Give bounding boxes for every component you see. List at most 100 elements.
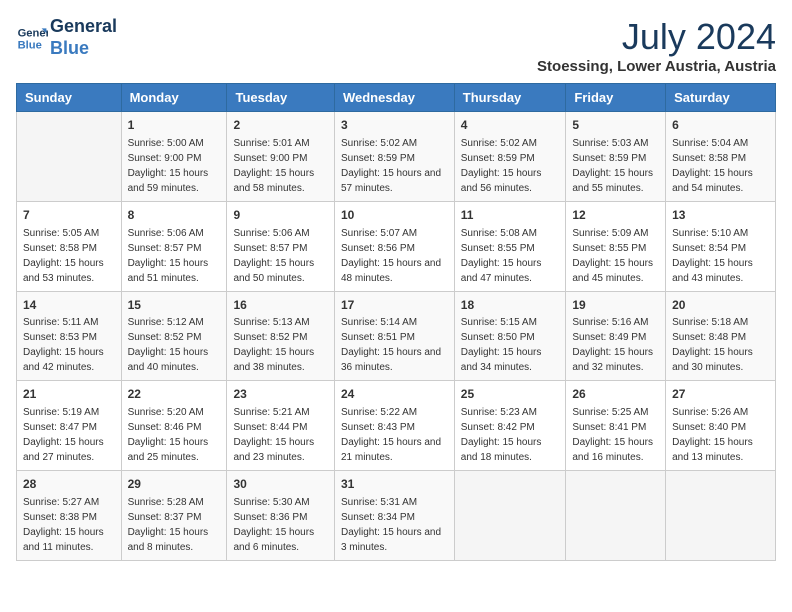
day-number: 1 (128, 117, 221, 134)
calendar-cell: 3 Sunrise: 5:02 AMSunset: 8:59 PMDaylight… (334, 112, 454, 202)
day-number: 2 (233, 117, 328, 134)
title-section: July 2024 Stoessing, Lower Austria, Aust… (537, 16, 776, 75)
calendar-cell (17, 112, 122, 202)
day-number: 24 (341, 386, 448, 403)
cell-sun-info: Sunrise: 5:27 AMSunset: 8:38 PMDaylight:… (23, 495, 115, 555)
calendar-cell: 16Sunrise: 5:13 AMSunset: 8:52 PMDayligh… (227, 291, 335, 381)
weekday-header-sunday: Sunday (17, 84, 122, 112)
day-number: 18 (461, 297, 560, 314)
logo-text-line2: Blue (50, 38, 117, 60)
cell-sun-info: Sunrise: 5:16 AMSunset: 8:49 PMDaylight:… (572, 315, 659, 375)
calendar-cell: 14Sunrise: 5:11 AMSunset: 8:53 PMDayligh… (17, 291, 122, 381)
calendar-cell: 23 Sunrise: 5:21 AMSunset: 8:44 PMDayligh… (227, 381, 335, 471)
calendar-week-row: 14Sunrise: 5:11 AMSunset: 8:53 PMDayligh… (17, 291, 776, 381)
cell-sun-info: Sunrise: 5:04 AMSunset: 8:58 PMDaylight:… (672, 136, 769, 196)
logo-icon: General Blue (16, 22, 48, 54)
weekday-header-tuesday: Tuesday (227, 84, 335, 112)
day-number: 7 (23, 207, 115, 224)
day-number: 15 (128, 297, 221, 314)
day-number: 25 (461, 386, 560, 403)
cell-sun-info: Sunrise: 5:25 AMSunset: 8:41 PMDaylight:… (572, 405, 659, 465)
calendar-cell: 24 Sunrise: 5:22 AMSunset: 8:43 PMDayligh… (334, 381, 454, 471)
logo: General Blue General Blue (16, 16, 117, 59)
calendar-cell: 1 Sunrise: 5:00 AMSunset: 9:00 PMDaylight… (121, 112, 227, 202)
day-number: 26 (572, 386, 659, 403)
cell-sun-info: Sunrise: 5:28 AMSunset: 8:37 PMDaylight:… (128, 495, 221, 555)
day-number: 19 (572, 297, 659, 314)
cell-sun-info: Sunrise: 5:14 AMSunset: 8:51 PMDaylight:… (341, 315, 448, 375)
cell-sun-info: Sunrise: 5:26 AMSunset: 8:40 PMDaylight:… (672, 405, 769, 465)
calendar-table: SundayMondayTuesdayWednesdayThursdayFrid… (16, 83, 776, 561)
day-number: 20 (672, 297, 769, 314)
page-header: General Blue General Blue July 2024 Stoe… (16, 16, 776, 75)
logo-text-line1: General (50, 16, 117, 38)
cell-sun-info: Sunrise: 5:30 AMSunset: 8:36 PMDaylight:… (233, 495, 328, 555)
day-number: 30 (233, 476, 328, 493)
cell-sun-info: Sunrise: 5:05 AMSunset: 8:58 PMDaylight:… (23, 226, 115, 286)
day-number: 16 (233, 297, 328, 314)
day-number: 17 (341, 297, 448, 314)
day-number: 23 (233, 386, 328, 403)
calendar-cell: 11Sunrise: 5:08 AMSunset: 8:55 PMDayligh… (454, 201, 566, 291)
cell-sun-info: Sunrise: 5:08 AMSunset: 8:55 PMDaylight:… (461, 226, 560, 286)
day-number: 27 (672, 386, 769, 403)
day-number: 10 (341, 207, 448, 224)
cell-sun-info: Sunrise: 5:23 AMSunset: 8:42 PMDaylight:… (461, 405, 560, 465)
cell-sun-info: Sunrise: 5:21 AMSunset: 8:44 PMDaylight:… (233, 405, 328, 465)
calendar-cell: 6 Sunrise: 5:04 AMSunset: 8:58 PMDaylight… (666, 112, 776, 202)
calendar-header-row: SundayMondayTuesdayWednesdayThursdayFrid… (17, 84, 776, 112)
cell-sun-info: Sunrise: 5:13 AMSunset: 8:52 PMDaylight:… (233, 315, 328, 375)
calendar-cell: 25 Sunrise: 5:23 AMSunset: 8:42 PMDayligh… (454, 381, 566, 471)
day-number: 31 (341, 476, 448, 493)
day-number: 8 (128, 207, 221, 224)
day-number: 21 (23, 386, 115, 403)
calendar-cell: 4Sunrise: 5:02 AMSunset: 8:59 PMDaylight… (454, 112, 566, 202)
weekday-header-wednesday: Wednesday (334, 84, 454, 112)
weekday-header-monday: Monday (121, 84, 227, 112)
calendar-cell: 28 Sunrise: 5:27 AMSunset: 8:38 PMDayligh… (17, 471, 122, 561)
cell-sun-info: Sunrise: 5:07 AMSunset: 8:56 PMDaylight:… (341, 226, 448, 286)
weekday-header-friday: Friday (566, 84, 666, 112)
cell-sun-info: Sunrise: 5:00 AMSunset: 9:00 PMDaylight:… (128, 136, 221, 196)
cell-sun-info: Sunrise: 5:11 AMSunset: 8:53 PMDaylight:… (23, 315, 115, 375)
cell-sun-info: Sunrise: 5:02 AMSunset: 8:59 PMDaylight:… (461, 136, 560, 196)
calendar-cell: 31 Sunrise: 5:31 AMSunset: 8:34 PMDayligh… (334, 471, 454, 561)
calendar-cell: 27 Sunrise: 5:26 AMSunset: 8:40 PMDayligh… (666, 381, 776, 471)
cell-sun-info: Sunrise: 5:03 AMSunset: 8:59 PMDaylight:… (572, 136, 659, 196)
cell-sun-info: Sunrise: 5:01 AMSunset: 9:00 PMDaylight:… (233, 136, 328, 196)
calendar-cell: 2 Sunrise: 5:01 AMSunset: 9:00 PMDaylight… (227, 112, 335, 202)
cell-sun-info: Sunrise: 5:06 AMSunset: 8:57 PMDaylight:… (233, 226, 328, 286)
day-number: 9 (233, 207, 328, 224)
calendar-cell: 10 Sunrise: 5:07 AMSunset: 8:56 PMDayligh… (334, 201, 454, 291)
day-number: 13 (672, 207, 769, 224)
calendar-cell (454, 471, 566, 561)
calendar-cell: 20Sunrise: 5:18 AMSunset: 8:48 PMDayligh… (666, 291, 776, 381)
weekday-header-thursday: Thursday (454, 84, 566, 112)
calendar-week-row: 21Sunrise: 5:19 AMSunset: 8:47 PMDayligh… (17, 381, 776, 471)
calendar-cell: 18Sunrise: 5:15 AMSunset: 8:50 PMDayligh… (454, 291, 566, 381)
calendar-week-row: 7 Sunrise: 5:05 AMSunset: 8:58 PMDaylight… (17, 201, 776, 291)
cell-sun-info: Sunrise: 5:10 AMSunset: 8:54 PMDaylight:… (672, 226, 769, 286)
cell-sun-info: Sunrise: 5:02 AMSunset: 8:59 PMDaylight:… (341, 136, 448, 196)
day-number: 29 (128, 476, 221, 493)
day-number: 6 (672, 117, 769, 134)
day-number: 3 (341, 117, 448, 134)
cell-sun-info: Sunrise: 5:22 AMSunset: 8:43 PMDaylight:… (341, 405, 448, 465)
calendar-cell: 19Sunrise: 5:16 AMSunset: 8:49 PMDayligh… (566, 291, 666, 381)
calendar-cell (666, 471, 776, 561)
cell-sun-info: Sunrise: 5:15 AMSunset: 8:50 PMDaylight:… (461, 315, 560, 375)
calendar-cell: 21Sunrise: 5:19 AMSunset: 8:47 PMDayligh… (17, 381, 122, 471)
cell-sun-info: Sunrise: 5:31 AMSunset: 8:34 PMDaylight:… (341, 495, 448, 555)
day-number: 5 (572, 117, 659, 134)
calendar-week-row: 28 Sunrise: 5:27 AMSunset: 8:38 PMDayligh… (17, 471, 776, 561)
calendar-week-row: 1 Sunrise: 5:00 AMSunset: 9:00 PMDaylight… (17, 112, 776, 202)
cell-sun-info: Sunrise: 5:06 AMSunset: 8:57 PMDaylight:… (128, 226, 221, 286)
calendar-cell: 7 Sunrise: 5:05 AMSunset: 8:58 PMDaylight… (17, 201, 122, 291)
day-number: 28 (23, 476, 115, 493)
cell-sun-info: Sunrise: 5:20 AMSunset: 8:46 PMDaylight:… (128, 405, 221, 465)
calendar-cell: 30 Sunrise: 5:30 AMSunset: 8:36 PMDayligh… (227, 471, 335, 561)
calendar-cell: 17Sunrise: 5:14 AMSunset: 8:51 PMDayligh… (334, 291, 454, 381)
calendar-cell: 12Sunrise: 5:09 AMSunset: 8:55 PMDayligh… (566, 201, 666, 291)
calendar-cell: 29 Sunrise: 5:28 AMSunset: 8:37 PMDayligh… (121, 471, 227, 561)
svg-text:Blue: Blue (18, 39, 42, 51)
